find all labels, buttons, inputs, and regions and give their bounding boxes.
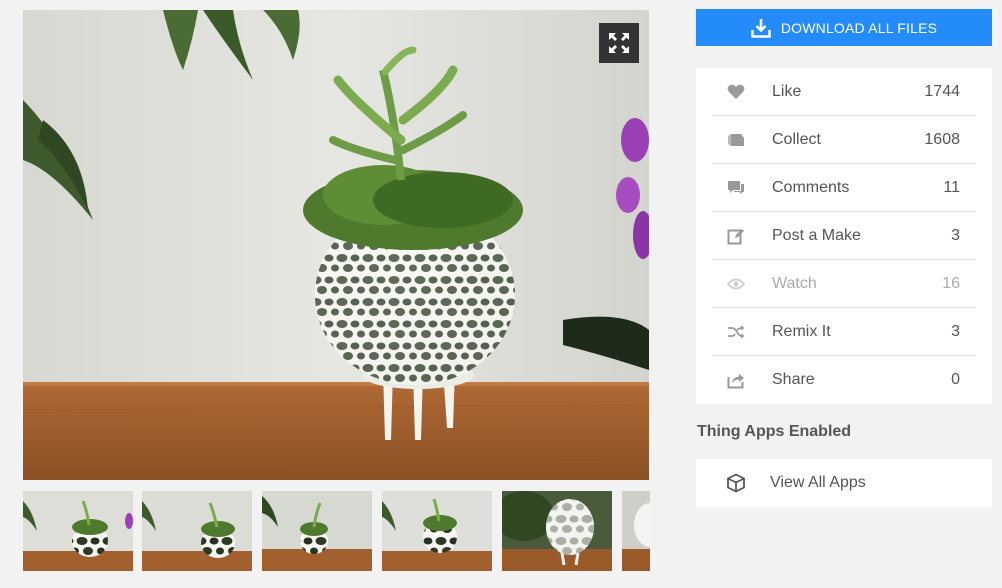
eye-icon [726, 274, 746, 294]
thing-apps-heading: Thing Apps Enabled [697, 423, 852, 440]
thumbnail[interactable] [502, 491, 612, 571]
thumbnail[interactable] [622, 491, 650, 571]
thumbnail[interactable] [23, 491, 133, 571]
download-icon [751, 18, 771, 38]
remix-label: Remix It [772, 322, 831, 340]
heart-icon [726, 82, 746, 102]
like-label: Like [772, 82, 802, 100]
collect-button[interactable]: Collect 1608 [712, 116, 976, 164]
share-label: Share [772, 371, 815, 388]
fullscreen-button[interactable] [599, 23, 639, 63]
thumbnail[interactable] [142, 491, 252, 571]
remix-count: 3 [951, 322, 960, 340]
share-button[interactable]: Share 0 [712, 356, 976, 404]
comments-count: 11 [943, 178, 960, 196]
download-all-button[interactable]: DOWNLOAD ALL FILES [696, 9, 992, 46]
watch-label: Watch [772, 274, 817, 292]
collect-label: Collect [772, 130, 821, 148]
post-make-label: Post a Make [772, 226, 861, 244]
view-all-apps-label: View All Apps [770, 474, 866, 491]
cube-icon [726, 473, 746, 493]
download-all-label: DOWNLOAD ALL FILES [780, 19, 938, 36]
collect-count: 1608 [924, 130, 960, 148]
watch-count: 16 [942, 274, 960, 292]
comments-button[interactable]: Comments 11 [712, 164, 976, 212]
share-icon [726, 370, 746, 390]
main-photo[interactable] [23, 10, 649, 480]
post-make-button[interactable]: Post a Make 3 [712, 212, 976, 260]
thumbnail[interactable] [262, 491, 372, 571]
comments-label: Comments [772, 178, 850, 196]
thumbnail[interactable] [382, 491, 492, 571]
share-count: 0 [951, 371, 960, 388]
expand-icon [609, 33, 629, 53]
post-make-count: 3 [951, 226, 960, 244]
remix-button[interactable]: Remix It 3 [712, 308, 976, 356]
thing-stats-panel: Like 1744 Collect 1608 Comments 11 Post … [696, 68, 992, 404]
watch-button[interactable]: Watch 16 [712, 260, 976, 308]
view-all-apps-button[interactable]: View All Apps [696, 459, 992, 507]
edit-icon [726, 226, 746, 246]
thumbnail-strip [23, 491, 650, 571]
like-count: 1744 [924, 82, 960, 100]
collection-icon [726, 130, 746, 150]
shuffle-icon [726, 322, 746, 342]
comment-icon [726, 178, 746, 198]
like-button[interactable]: Like 1744 [712, 68, 976, 116]
